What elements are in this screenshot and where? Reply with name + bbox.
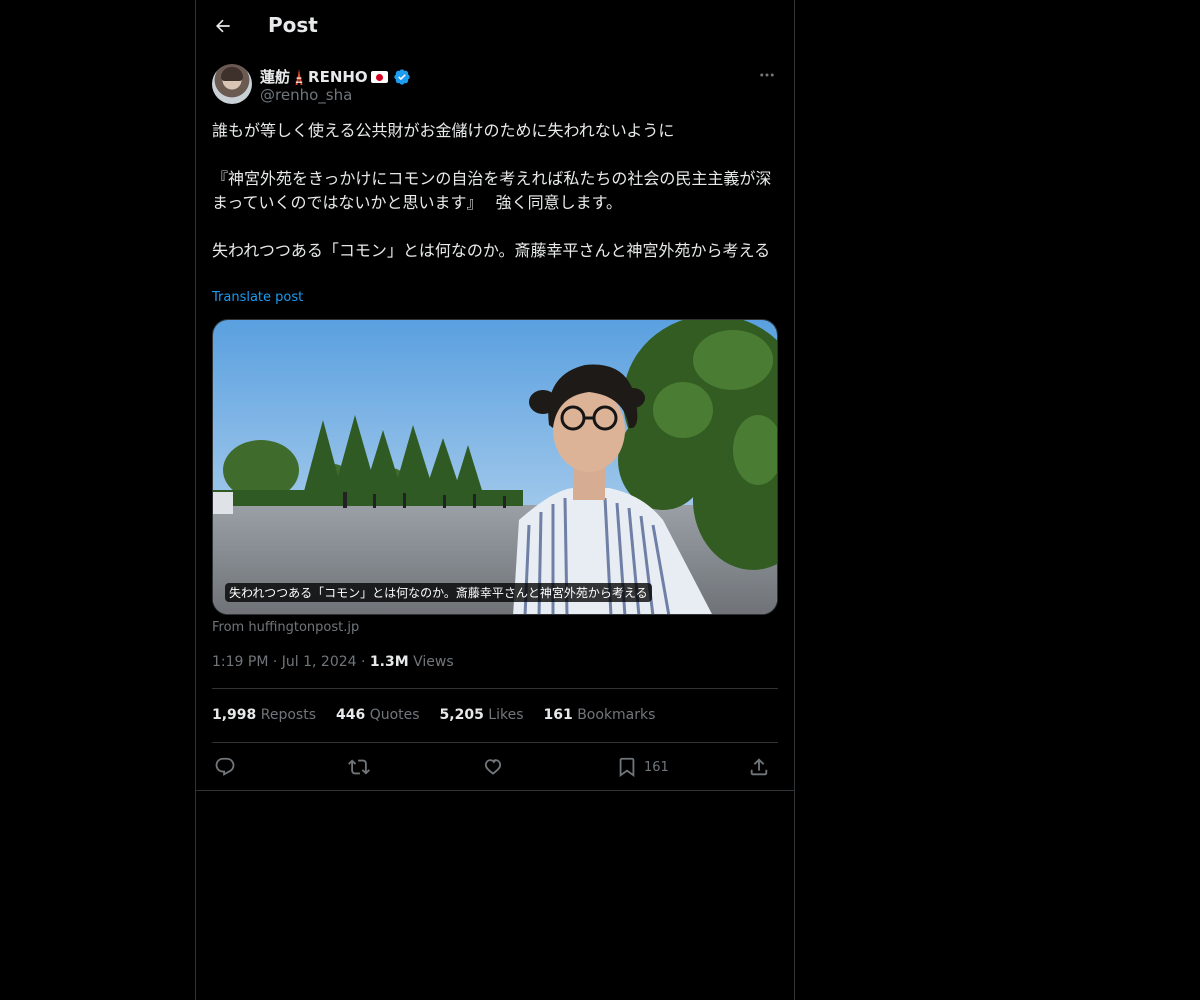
park-photo <box>213 320 777 614</box>
author-name: 蓮舫 <box>260 68 291 86</box>
heart-icon <box>484 759 502 775</box>
tweet-line-2: 『神宮外苑をきっかけにコモンの自治を考えれば私たちの社会の民主主義が深まっていく… <box>212 169 772 212</box>
bookmarks-count: 161 <box>543 707 573 723</box>
tweet-text: 誰もが等しく使える公共財がお金儲けのために失われないように 『神宮外苑をきっかけ… <box>212 119 778 263</box>
author-block: 蓮舫 RENHO @renho_sha <box>212 64 778 108</box>
quotes-label: Quotes <box>369 707 420 723</box>
likes-label: Likes <box>488 707 524 723</box>
quotes-count: 446 <box>336 707 366 723</box>
post-column: Post 蓮舫 RENHO @renho_sha 誰もが等しく使える公共財がお金… <box>195 0 795 1000</box>
post-time[interactable]: 1:19 PM <box>212 654 268 670</box>
page-title: Post <box>268 13 318 37</box>
translate-post-link[interactable]: Translate post <box>212 290 303 305</box>
reposts-count: 1,998 <box>212 707 257 723</box>
repost-icon <box>348 759 370 775</box>
back-button[interactable] <box>208 11 238 41</box>
more-dots-icon <box>760 73 774 77</box>
bookmark-button[interactable]: 161 <box>616 755 669 779</box>
tweet-line-3: 失われつつある「コモン」とは何なのか。斎藤幸平さんと神宮外苑から考える <box>212 241 771 260</box>
reposts-stat[interactable]: 1,998 Reposts <box>212 707 316 723</box>
divider <box>212 742 778 743</box>
link-card-title: 失われつつある「コモン」とは何なのか。斎藤幸平さんと神宮外苑から考える <box>225 583 652 602</box>
reposts-label: Reposts <box>260 707 316 723</box>
bookmarks-label: Bookmarks <box>577 707 656 723</box>
quotes-stat[interactable]: 446 Quotes <box>336 707 420 723</box>
link-source[interactable]: From huffingtonpost.jp <box>212 620 359 635</box>
likes-stat[interactable]: 5,205 Likes <box>440 707 524 723</box>
link-card-image[interactable]: 失われつつある「コモン」とは何なのか。斎藤幸平さんと神宮外苑から考える <box>212 319 778 615</box>
author-display-name[interactable]: 蓮舫 RENHO <box>260 66 411 87</box>
reply-button[interactable] <box>214 755 236 779</box>
arrow-left-icon <box>216 19 230 33</box>
avatar-hair <box>221 67 243 81</box>
views-count: 1.3M <box>369 654 409 670</box>
tokyo-tower-icon <box>295 68 303 85</box>
share-icon <box>750 758 768 776</box>
likes-count: 5,205 <box>439 707 484 723</box>
repost-button[interactable] <box>348 755 370 779</box>
views-label: Views <box>413 654 454 670</box>
reply-icon <box>215 757 235 776</box>
meta-separator: · <box>272 654 278 670</box>
bookmarks-stat[interactable]: 161 Bookmarks <box>544 707 656 723</box>
tweet-line-1: 誰もが等しく使える公共財がお金儲けのために失われないように <box>212 121 675 140</box>
verified-badge-icon <box>393 68 410 85</box>
action-bar: 161 <box>212 755 778 781</box>
bookmark-icon <box>619 757 635 778</box>
japan-flag-icon <box>370 70 388 83</box>
post-meta: 1:19 PM · Jul 1, 2024 · 1.3M Views <box>212 654 454 670</box>
like-button[interactable] <box>482 755 504 779</box>
post-header: Post <box>196 0 794 53</box>
divider <box>196 790 794 791</box>
bookmark-count: 161 <box>644 759 669 775</box>
more-options-button[interactable] <box>756 64 778 86</box>
author-name-suffix: RENHO <box>308 67 368 86</box>
engagement-stats: 1,998 Reposts 446 Quotes 5,205 Likes 161… <box>212 707 655 723</box>
avatar[interactable] <box>212 64 252 104</box>
meta-separator: · <box>361 654 366 670</box>
divider <box>212 688 778 689</box>
author-handle[interactable]: @renho_sha <box>260 86 352 104</box>
share-button[interactable] <box>748 755 770 779</box>
post-date[interactable]: Jul 1, 2024 <box>282 654 357 670</box>
